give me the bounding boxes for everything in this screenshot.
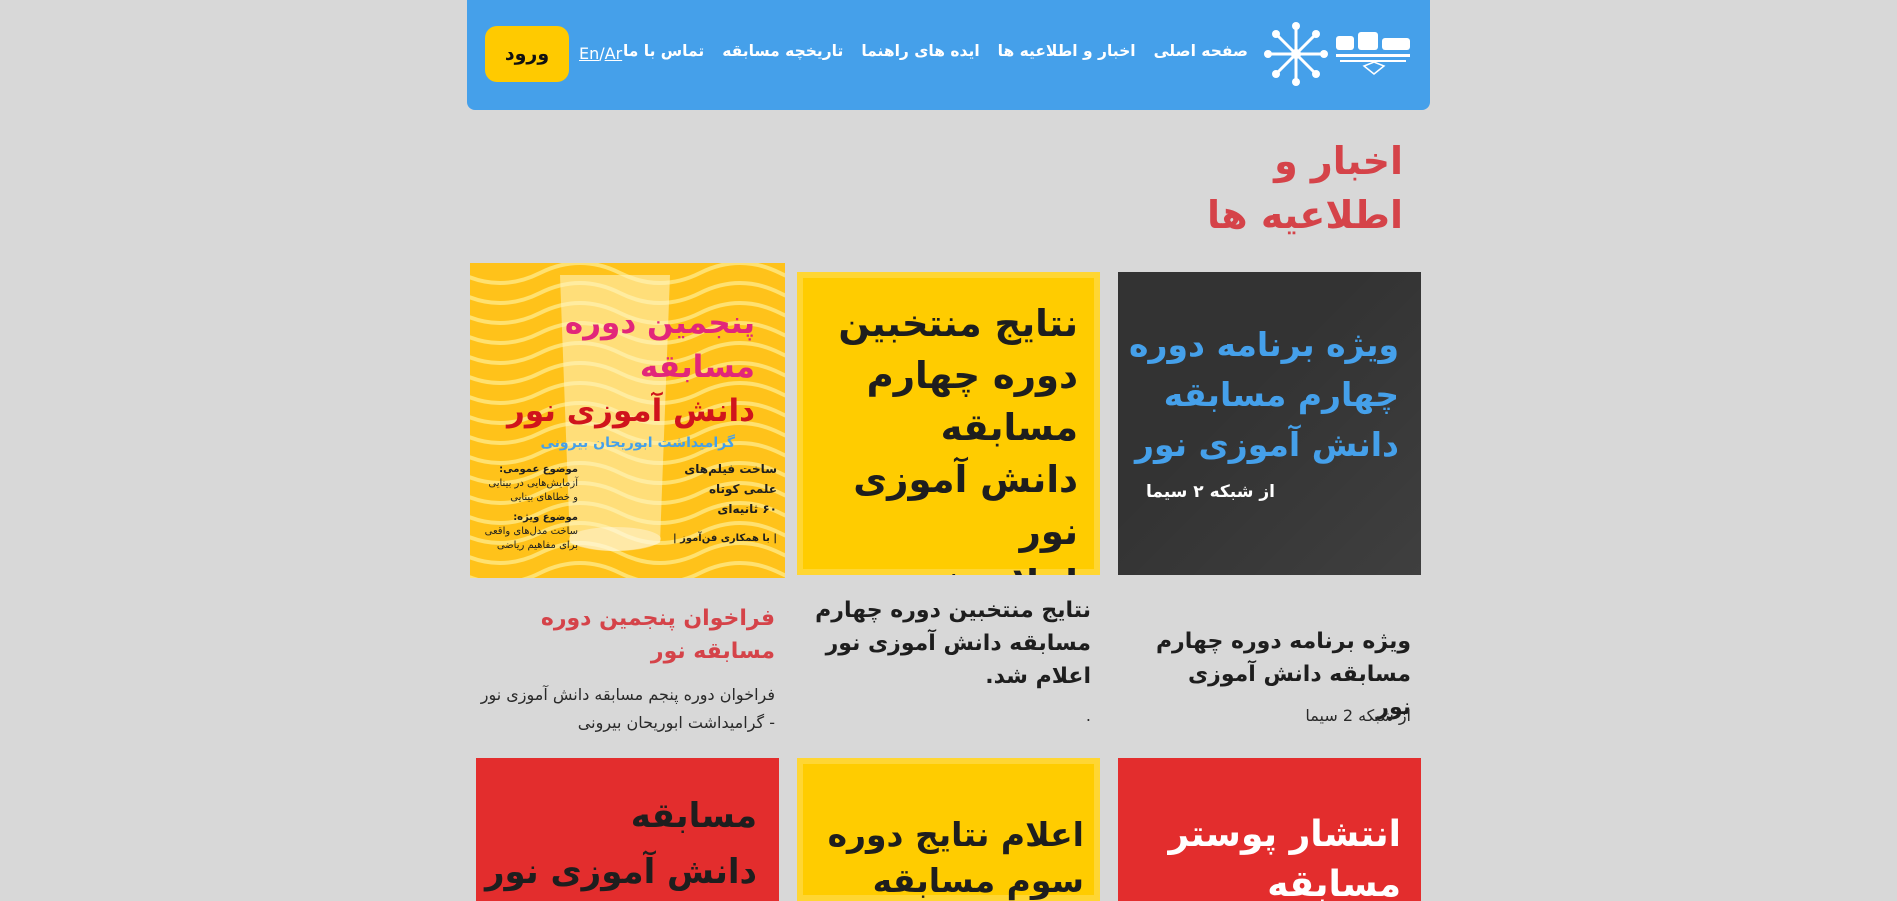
poster-line: پنجمین دوره — [564, 305, 755, 341]
poster-line: دانش آموزی نور — [506, 393, 755, 429]
nav-item-guide-ideas[interactable]: ایده های راهنما — [861, 42, 979, 60]
poster-side-line: ساخت فیلم‌های — [684, 462, 777, 476]
news-card-image-3[interactable]: پنجمین دوره مسابقه دانش آموزی نور گرامید… — [470, 263, 785, 578]
top-header: صفحه اصلی اخبار و اطلاعیه ها ایده های را… — [467, 0, 1430, 110]
poster-topic-line: برای مفاهیم ریاضی — [496, 540, 578, 551]
poster-side-line: علمی کوتاه — [708, 482, 777, 496]
poster-topic-title: موضوع عمومی: — [499, 464, 578, 475]
news-card-image-1[interactable]: ویژه برنامه دوره چهارم مسابقه دانش آموزی… — [1118, 272, 1421, 575]
news-card-desc-1: از شبکه 2 سیما — [1305, 706, 1411, 725]
poster-side-text: ساخت فیلم‌های علمی کوتاه ۶۰ ثانیه‌ای — [677, 459, 777, 519]
poster-topics: موضوع عمومی: آزمایش‌هایی در بینایی و خطا… — [478, 463, 578, 553]
poster-line: ویژه برنامه دوره — [1129, 325, 1399, 364]
nav-item-home[interactable]: صفحه اصلی — [1154, 42, 1248, 60]
poster-line: دانش آموزی نور — [1134, 425, 1399, 464]
news-card-title-3[interactable]: فراخوان پنجمین دوره مسابقه نور — [505, 602, 775, 668]
news-card-image-2[interactable]: نتایج منتخبین دوره چهارم مسابقه دانش آمو… — [797, 272, 1100, 575]
lang-ar-link[interactable]: Ar — [605, 44, 623, 63]
page-title: اخبار و اطلاعیه ها — [1206, 139, 1403, 237]
nav-item-news[interactable]: اخبار و اطلاعیه ها — [998, 42, 1136, 60]
poster-line: انتشار پوستر — [1168, 814, 1401, 855]
nav-item-contact[interactable]: تماس با ما — [623, 42, 704, 60]
news-card-image-6[interactable]: مسابقه دانش آموزی نور — [476, 758, 779, 901]
poster-line: دوره چهارم — [866, 354, 1078, 397]
site-logo[interactable] — [1264, 18, 1414, 86]
language-switcher: En/Ar — [579, 44, 622, 63]
poster-side-line: ۶۰ ثانیه‌ای — [717, 502, 777, 516]
poster-line: اعلام نتایج دوره — [827, 815, 1084, 854]
login-button[interactable]: ورود — [485, 26, 569, 82]
logo-mark-icon — [1264, 22, 1410, 86]
poster-headline: اعلام نتایج دوره سوم مسابقه — [804, 812, 1084, 901]
poster-topic-line: ساخت مدل‌های واقعی — [484, 526, 578, 537]
poster-line: مسابقه — [639, 349, 755, 385]
poster-subline: گرامیداشت ابوریحان بیرونی — [540, 435, 735, 451]
poster-line: مسابقه — [630, 796, 757, 836]
news-card-image-4[interactable]: انتشار پوستر مسابقه — [1118, 758, 1421, 901]
poster-topic-title: موضوع ویژه: — [513, 512, 578, 523]
poster-topic-line: و خطاهای بینایی — [510, 492, 578, 503]
poster-side-note: | با همکاری فن‌آموز | — [672, 533, 777, 544]
poster-subline: از شبکه ۲ سیما — [1145, 482, 1275, 502]
poster-headline: مسابقه دانش آموزی نور — [477, 788, 757, 900]
poster-line: مسابقه — [1267, 864, 1401, 901]
poster-line: دانش آموزی نور — [484, 852, 757, 892]
poster-line: مسابقه — [940, 406, 1078, 449]
news-card-image-5[interactable]: اعلام نتایج دوره سوم مسابقه — [797, 758, 1100, 901]
poster-headline: انتشار پوستر مسابقه — [1121, 810, 1401, 901]
poster-topic-line: آزمایش‌هایی در بینایی — [488, 478, 578, 489]
news-card-desc-3: فراخوان دوره پنجم مسابقه دانش آموزی نور … — [480, 685, 775, 732]
poster-line: سوم مسابقه — [872, 861, 1084, 900]
poster-headline: پنجمین دوره مسابقه دانش آموزی نور — [475, 301, 755, 433]
poster-headline: ویژه برنامه دوره چهارم مسابقه دانش آموزی… — [1129, 320, 1399, 470]
poster-headline: نتایج منتخبین دوره چهارم مسابقه دانش آمو… — [798, 298, 1078, 575]
news-card-title-2[interactable]: نتایج منتخبین دوره چهارم مسابقه دانش آمو… — [801, 594, 1091, 693]
news-card-desc-2: . — [1085, 706, 1091, 725]
nav-item-history[interactable]: تاریخچه مسابقه — [722, 42, 843, 60]
lang-en-link[interactable]: En — [579, 44, 599, 63]
main-nav: صفحه اصلی اخبار و اطلاعیه ها ایده های را… — [623, 42, 1248, 60]
poster-line: اعلام شد. — [798, 558, 1078, 575]
poster-line: چهارم مسابقه — [1163, 375, 1399, 414]
poster-line: نتایج منتخبین — [838, 302, 1078, 345]
poster-line: دانش آموزی نور — [853, 458, 1078, 553]
